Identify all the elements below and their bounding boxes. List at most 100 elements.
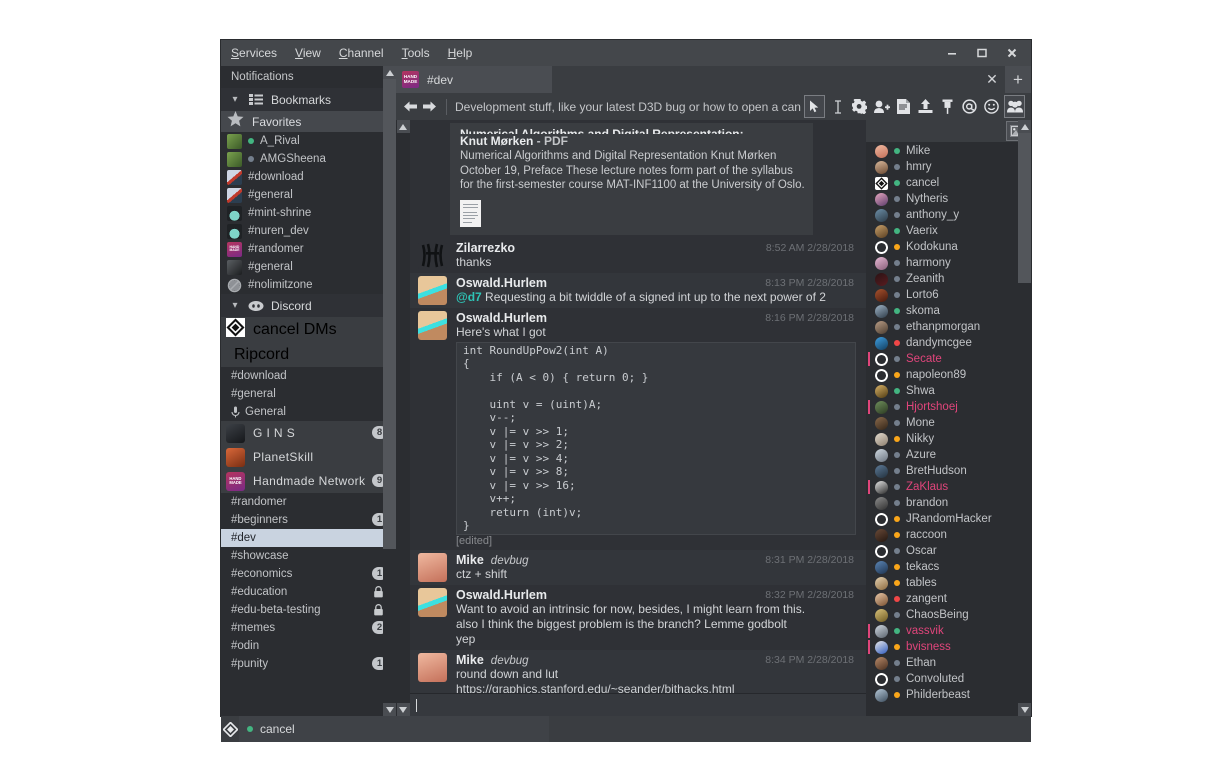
message-left-scrollbar[interactable] <box>396 120 410 716</box>
sidebar-channel-randomer[interactable]: #randomer <box>221 493 396 511</box>
close-button[interactable] <box>997 40 1027 66</box>
msg-scroll-up-arrow[interactable] <box>396 120 410 133</box>
message-composer[interactable] <box>410 693 866 716</box>
sidebar-channel-memes[interactable]: #memes 2 <box>221 619 396 637</box>
member-list-item[interactable]: Oscar <box>866 543 1031 559</box>
menu-services[interactable]: Services <box>231 46 277 60</box>
menu-channel[interactable]: Channel <box>339 46 384 60</box>
member-list-item[interactable]: anthony_y <box>866 207 1031 223</box>
member-list-item[interactable]: Mone <box>866 415 1031 431</box>
member-list-item[interactable]: bvisness <box>866 639 1031 655</box>
member-list-item[interactable]: ethanpmorgan <box>866 319 1031 335</box>
sidebar-scroll-thumb[interactable] <box>383 79 396 549</box>
msg-scroll-down-arrow[interactable] <box>396 703 410 716</box>
member-list-item[interactable]: Ethan <box>866 655 1031 671</box>
sidebar-channel-general[interactable]: #general <box>221 385 396 403</box>
add-user-icon[interactable] <box>872 96 891 117</box>
member-list-item[interactable]: cancel <box>866 175 1031 191</box>
member-list-item[interactable]: Zeanith <box>866 271 1031 287</box>
member-list-item[interactable]: Nikky <box>866 431 1031 447</box>
pin-icon[interactable] <box>938 96 957 117</box>
member-list-item[interactable]: BretHudson <box>866 463 1031 479</box>
member-list-item[interactable]: Secate <box>866 351 1031 367</box>
minimize-button[interactable] <box>937 40 967 66</box>
message-author[interactable]: Zilarrezko <box>456 241 515 255</box>
sidebar-channel-education[interactable]: #education <box>221 583 396 601</box>
sidebar-channel-punity[interactable]: #punity 1 <box>221 655 396 673</box>
member-list-item[interactable]: harmony <box>866 255 1031 271</box>
upload-icon[interactable] <box>916 96 935 117</box>
member-list-item[interactable]: hmry <box>866 159 1031 175</box>
member-scrollbar[interactable] <box>1018 120 1031 716</box>
member-list-item[interactable]: brandon <box>866 495 1031 511</box>
forward-button[interactable] <box>421 96 438 118</box>
sidebar-favorite-item[interactable]: #mint-shrine <box>221 204 396 222</box>
text-cursor-icon[interactable] <box>828 96 847 117</box>
sidebar-channel-dev[interactable]: #dev <box>221 529 396 547</box>
sidebar-item-favorites[interactable]: Favorites <box>221 111 396 132</box>
message-avatar[interactable] <box>418 587 447 617</box>
sidebar-server-handmadenetwork[interactable]: HAND MADE Handmade Network 9 <box>221 469 396 493</box>
member-list-item[interactable]: ZaKlaus <box>866 479 1031 495</box>
message-avatar[interactable] <box>418 240 447 270</box>
sidebar-scrollbar[interactable] <box>383 66 396 716</box>
member-list-item[interactable]: Vaerix <box>866 223 1031 239</box>
message-author[interactable]: Mike <box>456 553 484 567</box>
member-list-item[interactable]: Convoluted <box>866 671 1031 687</box>
sidebar-channel-edu-beta-testing[interactable]: #edu-beta-testing <box>221 601 396 619</box>
member-list-item[interactable]: Azure <box>866 447 1031 463</box>
sidebar-favorite-item[interactable]: #nolimitzone <box>221 276 396 294</box>
embed-thumbnail[interactable] <box>460 199 481 227</box>
mention-icon[interactable] <box>960 96 979 117</box>
member-scroll-up-arrow[interactable] <box>1018 120 1031 133</box>
member-list-item[interactable]: zangent <box>866 591 1031 607</box>
maximize-button[interactable] <box>967 40 997 66</box>
member-list-item[interactable]: Philderbeast <box>866 687 1031 703</box>
message-avatar[interactable] <box>418 310 447 340</box>
member-list-item[interactable]: Lorto6 <box>866 287 1031 303</box>
message-avatar[interactable] <box>418 552 447 582</box>
gear-icon[interactable] <box>850 96 869 117</box>
member-list-item[interactable]: Mike <box>866 143 1031 159</box>
message-author[interactable]: Oswald.Hurlem <box>456 311 547 325</box>
sidebar-favorite-item[interactable]: #general <box>221 258 396 276</box>
menu-help[interactable]: Help <box>448 46 473 60</box>
sidebar-server-gins[interactable]: G I N S8 <box>221 421 396 445</box>
sidebar-channel-general[interactable]: General <box>221 403 396 421</box>
sidebar-favorite-item[interactable]: HAND MADE #randomer <box>221 240 396 258</box>
sidebar-channel-beginners[interactable]: #beginners 1 <box>221 511 396 529</box>
status-user[interactable]: cancel <box>239 716 549 742</box>
message-author[interactable]: Oswald.Hurlem <box>456 588 547 602</box>
menu-tools[interactable]: Tools <box>402 46 430 60</box>
message-avatar[interactable] <box>418 275 447 305</box>
member-list-item[interactable]: tables <box>866 575 1031 591</box>
cursor-icon[interactable] <box>804 95 825 118</box>
member-list-item[interactable]: Kodokuna <box>866 239 1031 255</box>
new-tab-button[interactable]: + <box>1005 66 1031 93</box>
member-list-item[interactable]: napoleon89 <box>866 367 1031 383</box>
member-list-item[interactable]: ChaosBeing <box>866 607 1031 623</box>
member-list-item[interactable]: Hjortshoej <box>866 399 1031 415</box>
sidebar-favorite-item[interactable]: AMGSheena <box>221 150 396 168</box>
sidebar-favorite-item[interactable]: A_Rival <box>221 132 396 150</box>
members-icon[interactable] <box>1004 95 1025 118</box>
member-list-item[interactable]: tekacs <box>866 559 1031 575</box>
group-bookmarks[interactable]: ▾ Bookmarks <box>221 88 396 111</box>
member-list-item[interactable]: Nytheris <box>866 191 1031 207</box>
member-list-item[interactable]: Shwa <box>866 383 1031 399</box>
member-list-item[interactable]: skoma <box>866 303 1031 319</box>
sidebar-channel-showcase[interactable]: #showcase <box>221 547 396 565</box>
emoji-icon[interactable] <box>982 96 1001 117</box>
scroll-down-arrow[interactable] <box>383 703 396 716</box>
sidebar-server-cancel-dms[interactable]: cancel DMs <box>221 317 396 342</box>
back-button[interactable] <box>402 96 419 118</box>
message-author[interactable]: Oswald.Hurlem <box>456 276 547 290</box>
sidebar-channel-economics[interactable]: #economics 1 <box>221 565 396 583</box>
member-list-item[interactable]: dandymcgee <box>866 335 1031 351</box>
sidebar-server-ripcord[interactable]: Ripcord <box>221 342 396 367</box>
mention-token[interactable]: @d7 <box>456 290 482 304</box>
tab-close-button[interactable]: ✕ <box>979 66 1005 93</box>
sidebar-channel-download[interactable]: #download <box>221 367 396 385</box>
message-author[interactable]: Mike <box>456 653 484 667</box>
member-list-item[interactable]: JRandomHacker <box>866 511 1031 527</box>
